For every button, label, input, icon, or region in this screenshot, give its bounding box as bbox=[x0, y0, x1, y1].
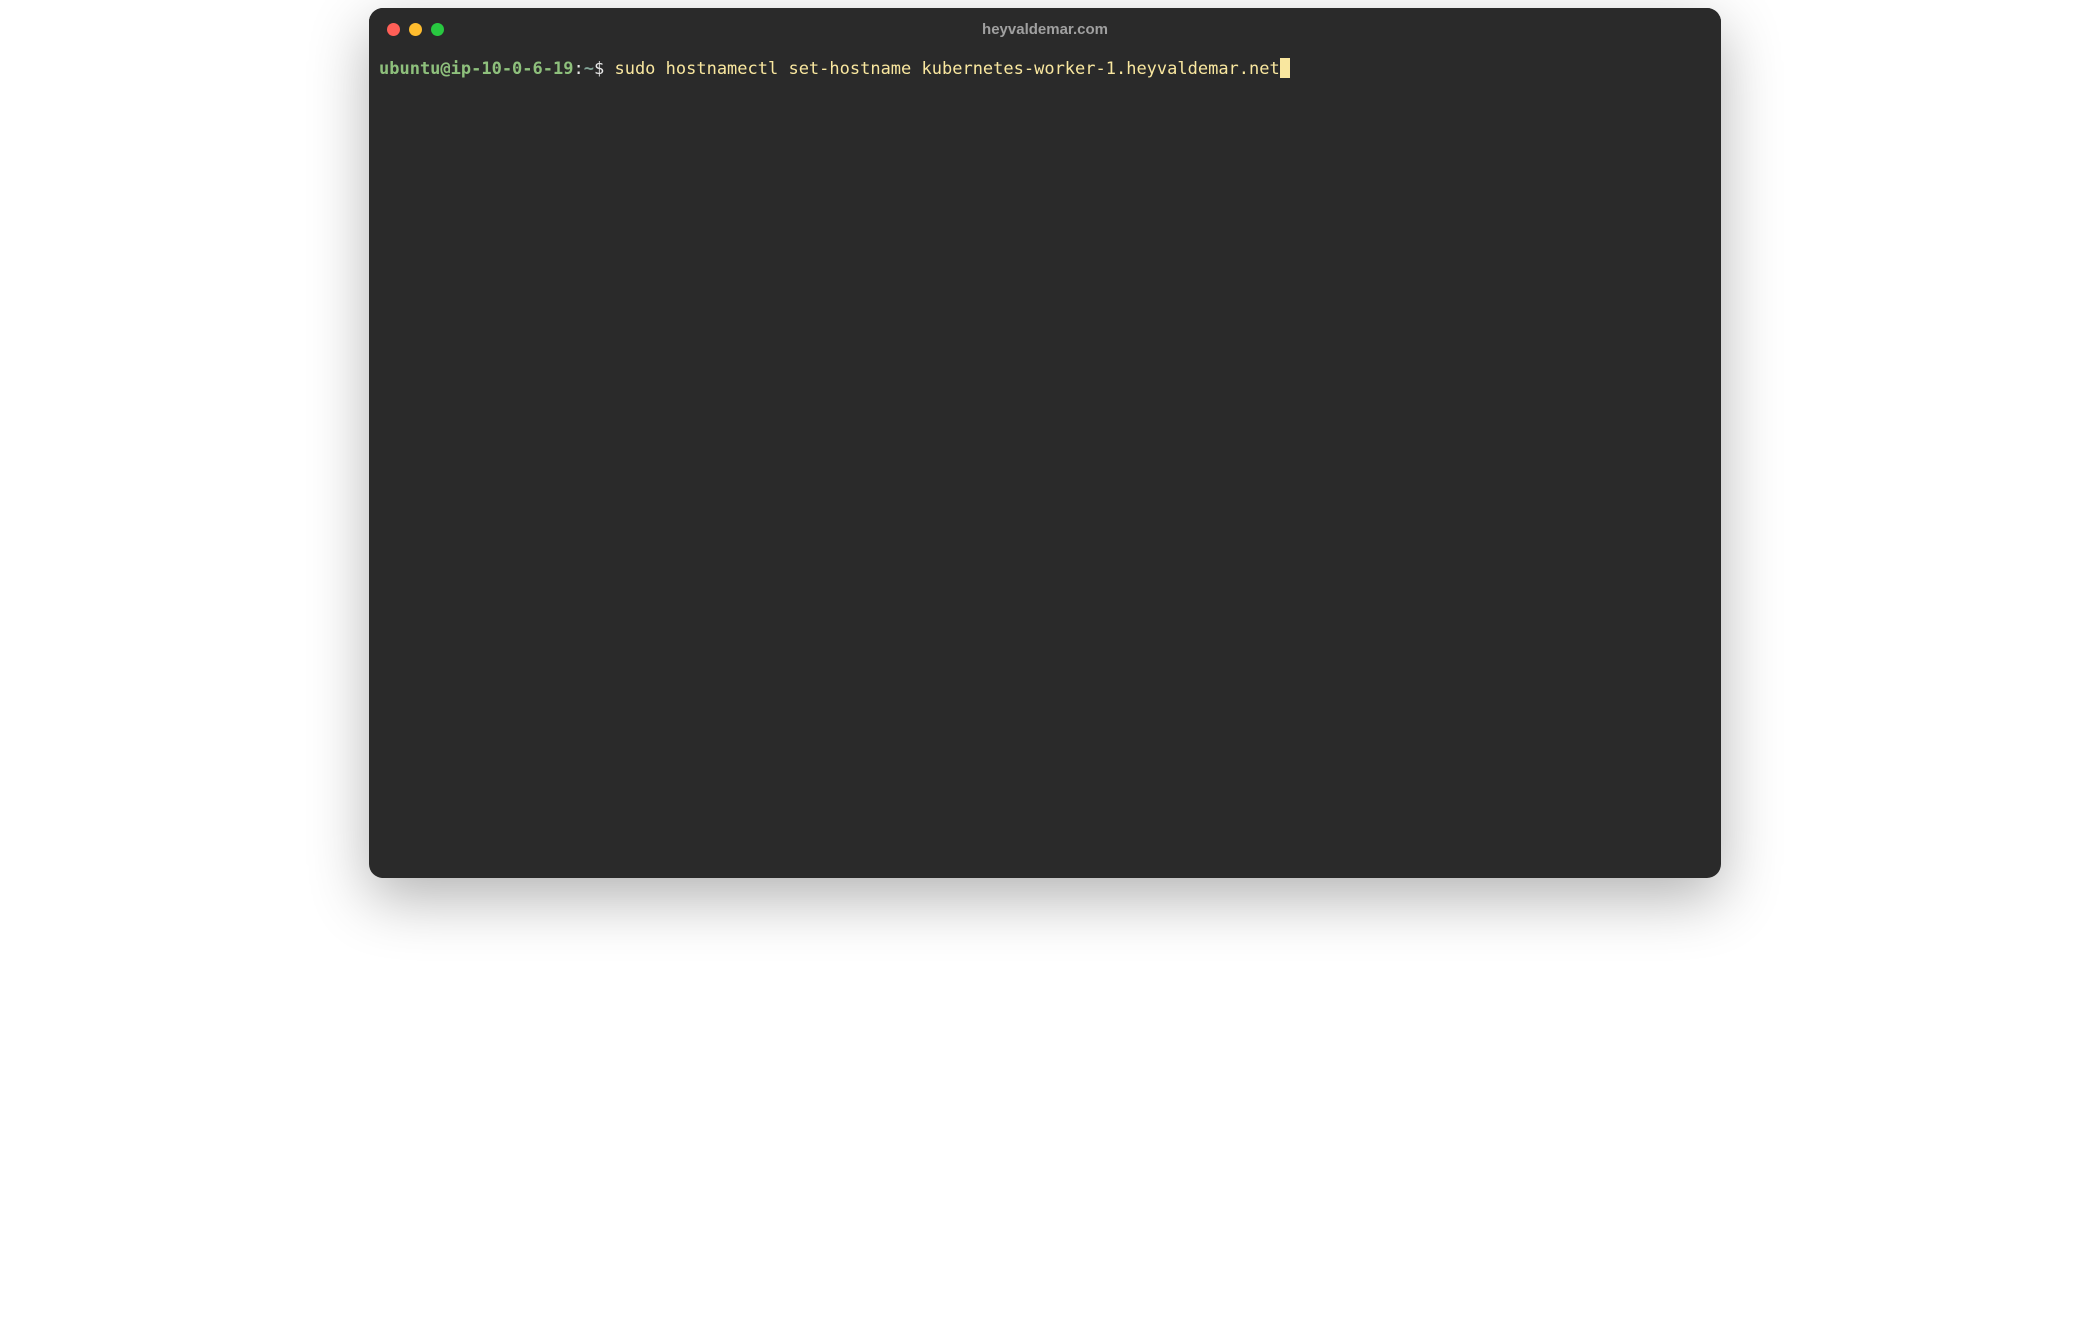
title-bar: heyvaldemar.com bbox=[369, 8, 1721, 50]
traffic-lights bbox=[369, 23, 444, 36]
terminal-window: heyvaldemar.com ubuntu@ip-10-0-6-19:~$ s… bbox=[369, 8, 1721, 878]
terminal-body[interactable]: ubuntu@ip-10-0-6-19:~$ sudo hostnamectl … bbox=[369, 50, 1721, 878]
maximize-button[interactable] bbox=[431, 23, 444, 36]
prompt-separator: : bbox=[573, 59, 583, 79]
prompt-symbol: $ bbox=[594, 59, 604, 79]
prompt-user: ubuntu@ip-10-0-6-19 bbox=[379, 59, 573, 79]
close-button[interactable] bbox=[387, 23, 400, 36]
command-text: sudo hostnamectl set-hostname kubernetes… bbox=[614, 59, 1279, 79]
cursor-icon bbox=[1280, 58, 1290, 78]
minimize-button[interactable] bbox=[409, 23, 422, 36]
window-title: heyvaldemar.com bbox=[982, 21, 1108, 38]
prompt-path: ~ bbox=[584, 59, 594, 79]
